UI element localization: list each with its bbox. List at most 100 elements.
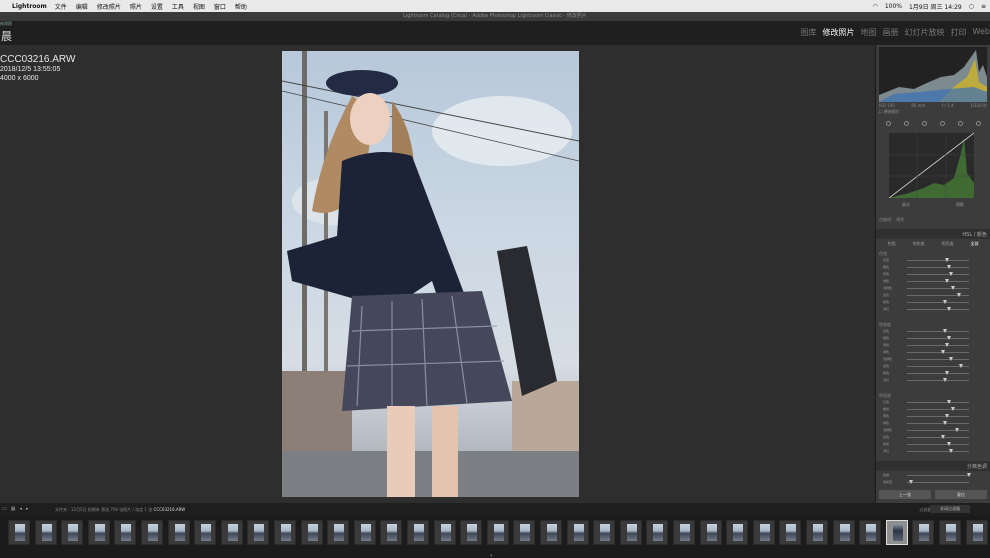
slider-row[interactable]: 黄色 (879, 413, 987, 420)
filmstrip[interactable] (0, 516, 990, 558)
slider-track[interactable] (907, 338, 969, 339)
histogram[interactable] (879, 47, 987, 102)
filmstrip-thumbnail[interactable] (832, 520, 855, 545)
module-book[interactable]: 画册 (883, 27, 899, 38)
filmstrip-thumbnail[interactable] (593, 520, 616, 545)
filter-select[interactable]: 关闭过滤器 (930, 505, 970, 513)
filmstrip-thumbnail[interactable] (619, 520, 642, 545)
filmstrip-thumbnail[interactable] (407, 520, 429, 545)
original-photo-checkbox[interactable]: ☐ 原始照片 (879, 109, 900, 115)
filmstrip-thumbnail[interactable] (566, 520, 589, 545)
module-slideshow[interactable]: 幻灯片放映 (905, 27, 945, 38)
slider-track[interactable] (907, 409, 969, 410)
slider-row[interactable]: 绿色 (879, 349, 987, 356)
slider-thumb[interactable] (949, 272, 953, 276)
slider-thumb[interactable] (945, 414, 949, 418)
slider-track[interactable] (907, 380, 969, 381)
slider-track[interactable] (907, 482, 969, 483)
filmstrip-thumbnail[interactable] (87, 520, 110, 545)
filmstrip-thumbnail[interactable] (726, 520, 749, 545)
slider-thumb[interactable] (949, 357, 953, 361)
slider-row[interactable]: 紫色 (879, 299, 987, 306)
photo-canvas[interactable] (0, 45, 875, 503)
reset-button[interactable]: 复位 (935, 490, 987, 499)
forward-arrow-icon[interactable]: ▸ (26, 506, 29, 512)
filmstrip-thumbnail[interactable] (220, 520, 243, 545)
filmstrip-thumbnail[interactable] (699, 520, 722, 545)
slider-thumb[interactable] (943, 300, 947, 304)
filmstrip-thumbnail[interactable] (912, 520, 935, 545)
slider-row[interactable]: 紫色 (879, 370, 987, 377)
brush-icon[interactable] (975, 120, 981, 126)
filmstrip-source[interactable]: 文件夹 : 12月5日 前期未 筛选 706 张照片 / 选定 1 张 CCC0… (55, 507, 185, 513)
slider-row[interactable]: 浅绿色 (879, 427, 987, 434)
slider-row[interactable]: 绿色 (879, 420, 987, 427)
crop-tool-icon[interactable] (885, 120, 891, 126)
slider-track[interactable] (907, 416, 969, 417)
slider-track[interactable] (907, 359, 969, 360)
slider-track[interactable] (907, 373, 969, 374)
tab-hue[interactable]: 色相 (888, 241, 896, 247)
slider-thumb[interactable] (947, 265, 951, 269)
slider-row[interactable]: 蓝色 (879, 434, 987, 441)
filmstrip-thumbnail[interactable] (380, 520, 403, 545)
spot-removal-icon[interactable] (903, 120, 909, 126)
filmstrip-thumbnail[interactable] (646, 520, 669, 545)
filmstrip-thumbnail[interactable] (8, 520, 30, 545)
filmstrip-thumbnail[interactable] (274, 520, 296, 545)
hsl-panel-header[interactable]: HSL / 颜色 (876, 229, 990, 239)
menu-view[interactable]: 视图 (193, 2, 205, 11)
slider-thumb[interactable] (945, 279, 949, 283)
previous-button[interactable]: 上一张 (879, 490, 931, 499)
filmstrip-thumbnail[interactable] (194, 520, 217, 545)
slider-thumb[interactable] (945, 371, 949, 375)
menu-window[interactable]: 窗口 (214, 2, 226, 11)
slider-row[interactable]: 色相 (879, 472, 987, 479)
slider-track[interactable] (907, 475, 969, 476)
tab-all[interactable]: 全部 (971, 241, 979, 247)
filmstrip-thumbnail[interactable] (433, 520, 456, 545)
slider-row[interactable]: 洋红 (879, 448, 987, 455)
module-library[interactable]: 图库 (801, 27, 817, 38)
slider-thumb[interactable] (945, 343, 949, 347)
filmstrip-thumbnail[interactable] (939, 520, 961, 545)
slider-thumb[interactable] (941, 435, 945, 439)
filmstrip-thumbnail-selected[interactable] (885, 520, 908, 545)
slider-thumb[interactable] (947, 336, 951, 340)
clock[interactable]: 1月9日 周三 14:29 (909, 2, 962, 11)
slider-thumb[interactable] (951, 407, 955, 411)
slider-row[interactable]: 红色 (879, 328, 987, 335)
slider-track[interactable] (907, 437, 969, 438)
slider-row[interactable]: 饱和度 (879, 479, 987, 486)
battery-label[interactable]: 100% (885, 3, 902, 10)
menu-file[interactable]: 文件 (55, 2, 67, 11)
red-eye-icon[interactable] (921, 120, 927, 126)
slider-thumb[interactable] (943, 329, 947, 333)
filmstrip-thumbnail[interactable] (353, 520, 376, 545)
back-arrow-icon[interactable]: ◂ (19, 506, 22, 512)
filmstrip-thumbnail[interactable] (965, 520, 988, 545)
filmstrip-thumbnail[interactable] (327, 520, 350, 545)
slider-thumb[interactable] (955, 428, 959, 432)
tone-curve[interactable] (888, 132, 975, 199)
menu-photo[interactable]: 照片 (130, 2, 142, 11)
slider-thumb[interactable] (945, 258, 949, 262)
slider-row[interactable]: 浅绿色 (879, 356, 987, 363)
menu-list-icon[interactable]: ≡ (981, 3, 986, 10)
menu-help[interactable]: 帮助 (235, 2, 247, 11)
slider-track[interactable] (907, 430, 969, 431)
module-map[interactable]: 地图 (861, 27, 877, 38)
slider-track[interactable] (907, 260, 969, 261)
tab-luminance[interactable]: 明亮度 (942, 241, 954, 247)
slider-row[interactable]: 黄色 (879, 271, 987, 278)
filmstrip-thumbnail[interactable] (460, 520, 483, 545)
slider-track[interactable] (907, 345, 969, 346)
slider-row[interactable]: 洋红 (879, 377, 987, 384)
slider-row[interactable]: 蓝色 (879, 363, 987, 370)
filmstrip-thumbnail[interactable] (167, 520, 190, 545)
filmstrip-thumbnail[interactable] (141, 520, 163, 545)
menu-edit[interactable]: 编辑 (76, 2, 88, 11)
slider-thumb[interactable] (967, 473, 971, 477)
filmstrip-thumbnail[interactable] (34, 520, 57, 545)
slider-row[interactable]: 红色 (879, 257, 987, 264)
